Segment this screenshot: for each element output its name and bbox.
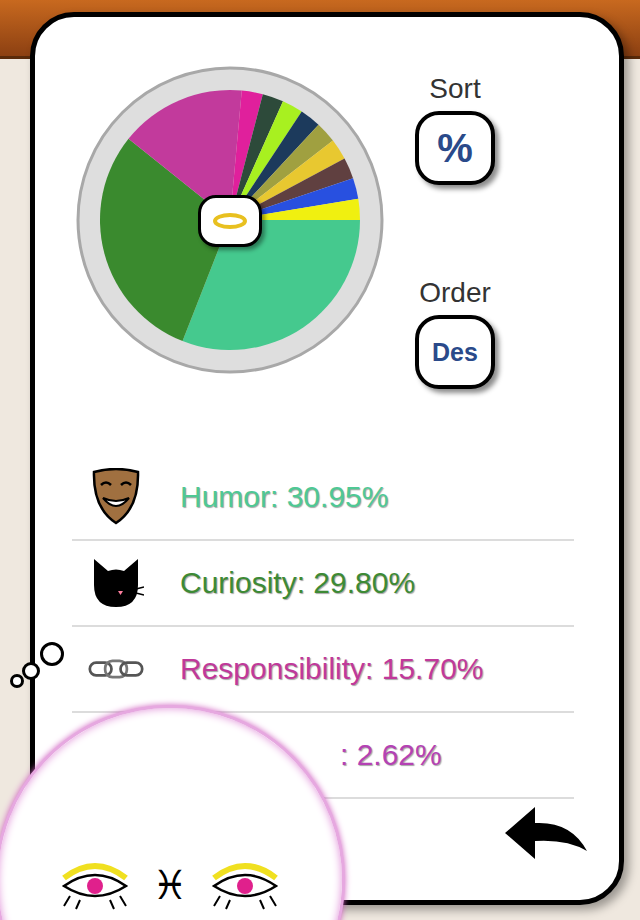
trait-row[interactable]: Curiosity: 29.80% <box>72 541 574 627</box>
trait-label: Humor: 30.95% <box>180 480 388 514</box>
control-label: Order <box>419 277 491 309</box>
control-group: Order Des <box>415 269 495 389</box>
trait-label: : 2.62% <box>340 738 442 772</box>
cat-icon <box>88 555 144 611</box>
top-section: Sort% Order Des <box>75 65 619 389</box>
thought-bubble <box>40 642 64 666</box>
trait-label: Responsibility: 15.70% <box>180 652 484 686</box>
back-button[interactable] <box>501 799 591 871</box>
trait-icon-box <box>88 467 144 527</box>
trait-icon-box <box>88 553 144 613</box>
control-button[interactable]: % <box>415 111 495 185</box>
back-arrow-icon <box>501 799 591 871</box>
eye-icon <box>56 860 134 910</box>
center-button[interactable] <box>198 195 262 247</box>
mask-icon <box>91 468 141 526</box>
thought-bubble <box>10 674 24 688</box>
trait-row[interactable]: Humor: 30.95% <box>72 455 574 541</box>
control-label: Sort <box>429 73 480 105</box>
control-group: Sort% <box>415 65 495 185</box>
trait-icon-box <box>88 639 144 699</box>
zodiac-sign: ♓ <box>152 865 188 905</box>
eye-icon <box>206 860 284 910</box>
trait-row[interactable]: Responsibility: 15.70% <box>72 627 574 713</box>
controls: Sort% Order Des <box>415 65 495 389</box>
page: Sort% Order Des Humor: 30.95% Curiosity: 29.… <box>0 0 640 920</box>
pie-area <box>75 65 385 375</box>
trait-label: Curiosity: 29.80% <box>180 566 415 600</box>
control-button[interactable]: Des <box>415 315 495 389</box>
chain-icon <box>88 654 144 684</box>
halo-icon <box>212 211 248 231</box>
thought-bubble <box>22 662 40 680</box>
avatar-face: ♓ <box>56 860 284 910</box>
